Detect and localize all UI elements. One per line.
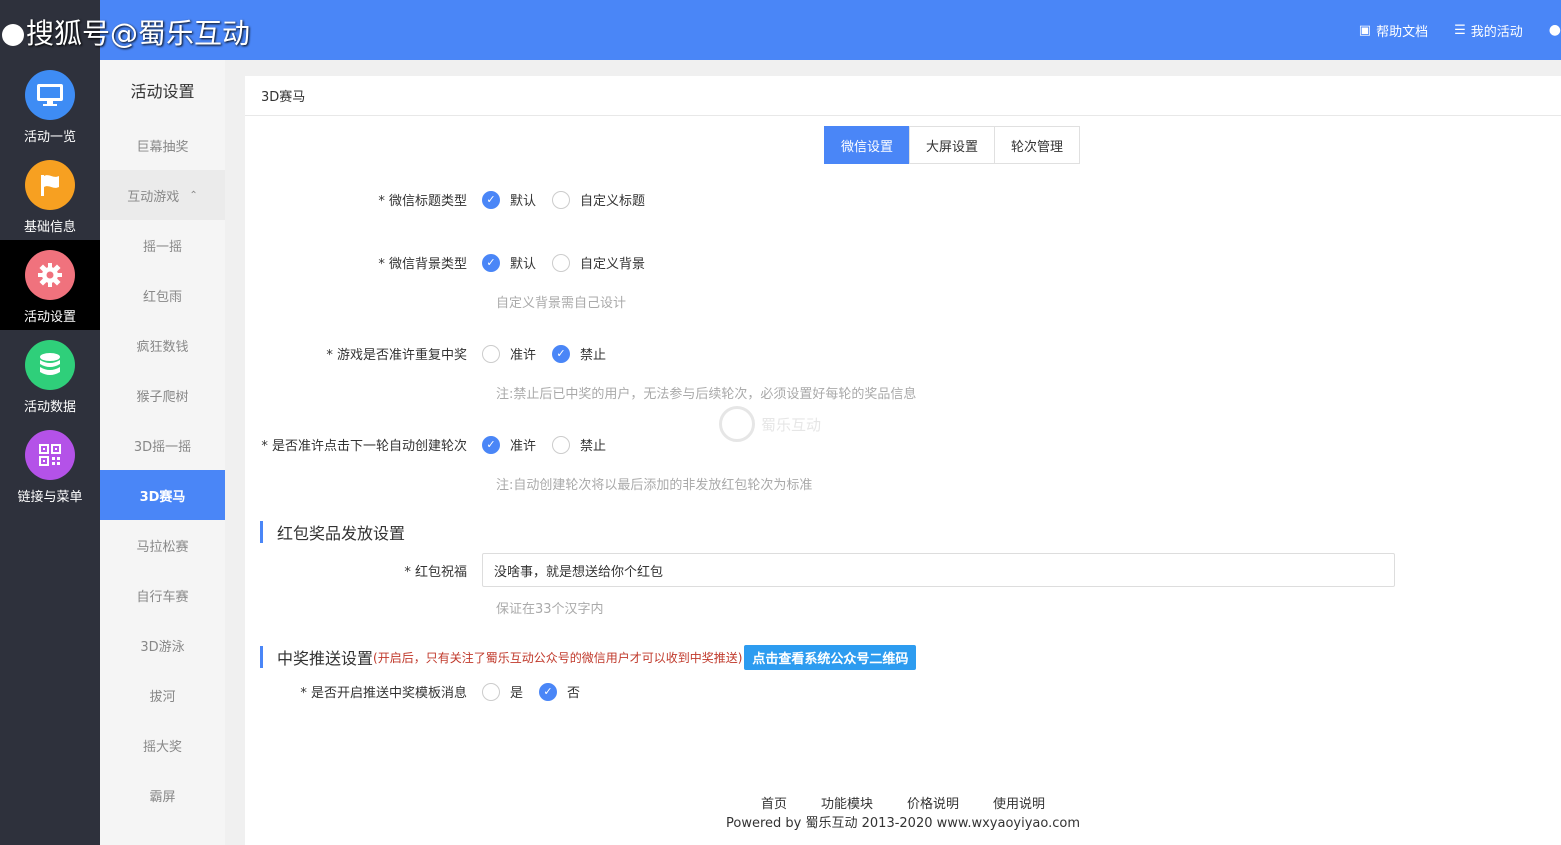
blessing-row: * 红包祝福 [245, 553, 1395, 587]
repeat-forbid-option[interactable]: ✓ 禁止 [552, 344, 606, 363]
check-icon: ✓ [539, 682, 558, 701]
check-icon: ✓ [552, 344, 571, 363]
check-icon: ✓ [482, 190, 500, 209]
sub-item-interactive-games[interactable]: 互动游戏 ⌃ [100, 170, 225, 220]
sub-item-red-packet-rain[interactable]: 红包雨 [100, 270, 225, 320]
watermark-text: 搜狐号@蜀乐互动 [26, 17, 251, 50]
check-icon: ✓ [482, 253, 500, 272]
my-activity-link[interactable]: ☰ 我的活动 [1454, 21, 1523, 40]
sub-item-monkey-climb[interactable]: 猴子爬树 [100, 370, 225, 420]
redpack-section-title: 红包奖品发放设置 [260, 521, 405, 543]
repeat-win-row: * 游戏是否准许重复中奖 准许 ✓ 禁止 [245, 344, 622, 363]
radio-empty-icon [552, 253, 571, 272]
nav-item-links-menu[interactable]: 链接与菜单 [0, 420, 100, 510]
sub-item-tug-of-war[interactable]: 拔河 [100, 670, 225, 720]
copyright: Powered by 蜀乐互动 2013-2020 www.wxyaoyiyao… [726, 816, 1080, 831]
sub-item-3d-swim[interactable]: 3D游泳 [100, 620, 225, 670]
bg-custom-option[interactable]: 自定义背景 [552, 253, 645, 272]
top-links: ▣ 帮助文档 ☰ 我的活动 ● [1359, 0, 1561, 60]
sub-item-shake-prize[interactable]: 摇大奖 [100, 720, 225, 770]
flag-icon [25, 160, 75, 210]
nav-item-activity-settings[interactable]: 活动设置 [0, 240, 100, 330]
monitor-icon [25, 70, 75, 120]
radio-empty-icon [552, 190, 571, 209]
push-section-title: 中奖推送设置 (开启后，只有关注了蜀乐互动公众号的微信用户才可以收到中奖推送) … [260, 644, 917, 670]
tab-screen-settings[interactable]: 大屏设置 [909, 126, 996, 164]
bg-default-option[interactable]: ✓ 默认 [482, 253, 536, 272]
nav-item-basic-info[interactable]: 基础信息 [0, 150, 100, 240]
panel-title: 3D赛马 [245, 76, 1561, 116]
bg-hint: 自定义背景需自己设计 [496, 296, 627, 311]
check-icon: ✓ [482, 435, 500, 454]
nav-label: 链接与菜单 [17, 490, 83, 505]
tab-round-management[interactable]: 轮次管理 [994, 126, 1081, 164]
sub-item-bicycle[interactable]: 自行车赛 [100, 570, 225, 620]
sub-nav: 活动设置 巨幕抽奖 互动游戏 ⌃ 摇一摇 红包雨 疯狂数钱 猴子爬树 3D摇一摇 … [100, 60, 225, 845]
footer-link-usage[interactable]: 使用说明 [993, 793, 1045, 812]
footer-link-features[interactable]: 功能模块 [821, 793, 873, 812]
blessing-input[interactable] [482, 553, 1395, 587]
repeat-allow-option[interactable]: 准许 [482, 344, 536, 363]
auto-forbid-option[interactable]: 禁止 [552, 435, 606, 454]
field-label: * 游戏是否准许重复中奖 [326, 348, 467, 363]
sub-item-count-money[interactable]: 疯狂数钱 [100, 320, 225, 370]
view-qrcode-button[interactable]: 点击查看系统公众号二维码 [744, 644, 917, 670]
sub-item-3d-horse-race[interactable]: 3D赛马 [100, 470, 225, 520]
settings-panel: 3D赛马 微信设置 大屏设置 轮次管理 * 微信标题类型 ✓ 默认 自定义标题 *… [245, 76, 1561, 845]
footer-links: 首页 功能模块 价格说明 使用说明 [245, 793, 1561, 812]
sub-nav-title: 活动设置 [130, 82, 195, 101]
sohu-logo-icon [2, 24, 24, 46]
footer-link-home[interactable]: 首页 [761, 793, 787, 812]
auto-hint: 注:自动创建轮次将以最后添加的非发放红包轮次为标准 [496, 478, 813, 493]
sub-item-screen-takeover[interactable]: 霸屏 [100, 770, 225, 820]
user-icon[interactable]: ● [1549, 22, 1561, 38]
sub-item-shake[interactable]: 摇一摇 [100, 220, 225, 270]
watermark: 搜狐号@蜀乐互动 [2, 12, 250, 52]
brand-logo-icon [719, 406, 755, 442]
repeat-hint: 注:禁止后已中奖的用户，无法参与后续轮次，必须设置好每轮的奖品信息 [496, 387, 917, 402]
wechat-bg-type-row: * 微信背景类型 ✓ 默认 自定义背景 [245, 253, 661, 272]
center-watermark: 蜀乐互动 [719, 406, 843, 442]
auto-round-row: * 是否准许点击下一轮自动创建轮次 ✓ 准许 禁止 [245, 435, 622, 454]
push-no-option[interactable]: ✓ 否 [539, 682, 580, 701]
help-docs-link[interactable]: ▣ 帮助文档 [1359, 21, 1428, 40]
sub-item-marathon[interactable]: 马拉松赛 [100, 520, 225, 570]
nav-label: 活动一览 [23, 130, 76, 145]
radio-empty-icon [482, 344, 500, 363]
help-docs-label: 帮助文档 [1376, 24, 1429, 40]
my-activity-label: 我的活动 [1470, 24, 1523, 40]
wechat-title-type-row: * 微信标题类型 ✓ 默认 自定义标题 [245, 190, 661, 209]
push-yes-option[interactable]: 是 [482, 682, 523, 701]
radio-empty-icon [552, 435, 571, 454]
field-label: * 微信背景类型 [378, 257, 467, 272]
database-icon [25, 340, 75, 390]
book-icon: ▣ [1358, 22, 1372, 38]
qrcode-icon [25, 430, 75, 480]
radio-empty-icon [482, 682, 500, 701]
field-label: * 微信标题类型 [378, 194, 467, 209]
nav-label: 活动设置 [23, 310, 76, 325]
title-custom-option[interactable]: 自定义标题 [552, 190, 645, 209]
field-label: * 是否准许点击下一轮自动创建轮次 [261, 439, 467, 454]
title-default-option[interactable]: ✓ 默认 [482, 190, 536, 209]
push-template-row: * 是否开启推送中奖模板消息 是 ✓ 否 [245, 682, 596, 701]
nav-label: 基础信息 [23, 220, 76, 235]
main-nav: 活动一览 基础信息 活动设置 活动数据 链接与菜单 [0, 60, 100, 845]
tab-wechat-settings[interactable]: 微信设置 [824, 126, 911, 164]
push-note: (开启后，只有关注了蜀乐互动公众号的微信用户才可以收到中奖推送) [373, 650, 743, 665]
auto-allow-option[interactable]: ✓ 准许 [482, 435, 536, 454]
footer-link-pricing[interactable]: 价格说明 [907, 793, 959, 812]
gear-icon [25, 250, 75, 300]
sub-item-3d-shake[interactable]: 3D摇一摇 [100, 420, 225, 470]
nav-item-overview[interactable]: 活动一览 [0, 60, 100, 150]
tab-bar: 微信设置 大屏设置 轮次管理 [824, 126, 1081, 164]
nav-item-activity-data[interactable]: 活动数据 [0, 330, 100, 420]
nav-label: 活动数据 [23, 400, 76, 415]
list-icon: ☰ [1454, 22, 1466, 38]
blessing-hint: 保证在33个汉字内 [496, 602, 604, 617]
chevron-up-icon: ⌃ [189, 189, 198, 201]
sub-item-giant-lottery[interactable]: 巨幕抽奖 [100, 120, 225, 170]
field-label: * 红包祝福 [404, 565, 467, 580]
field-label: * 是否开启推送中奖模板消息 [300, 686, 467, 701]
